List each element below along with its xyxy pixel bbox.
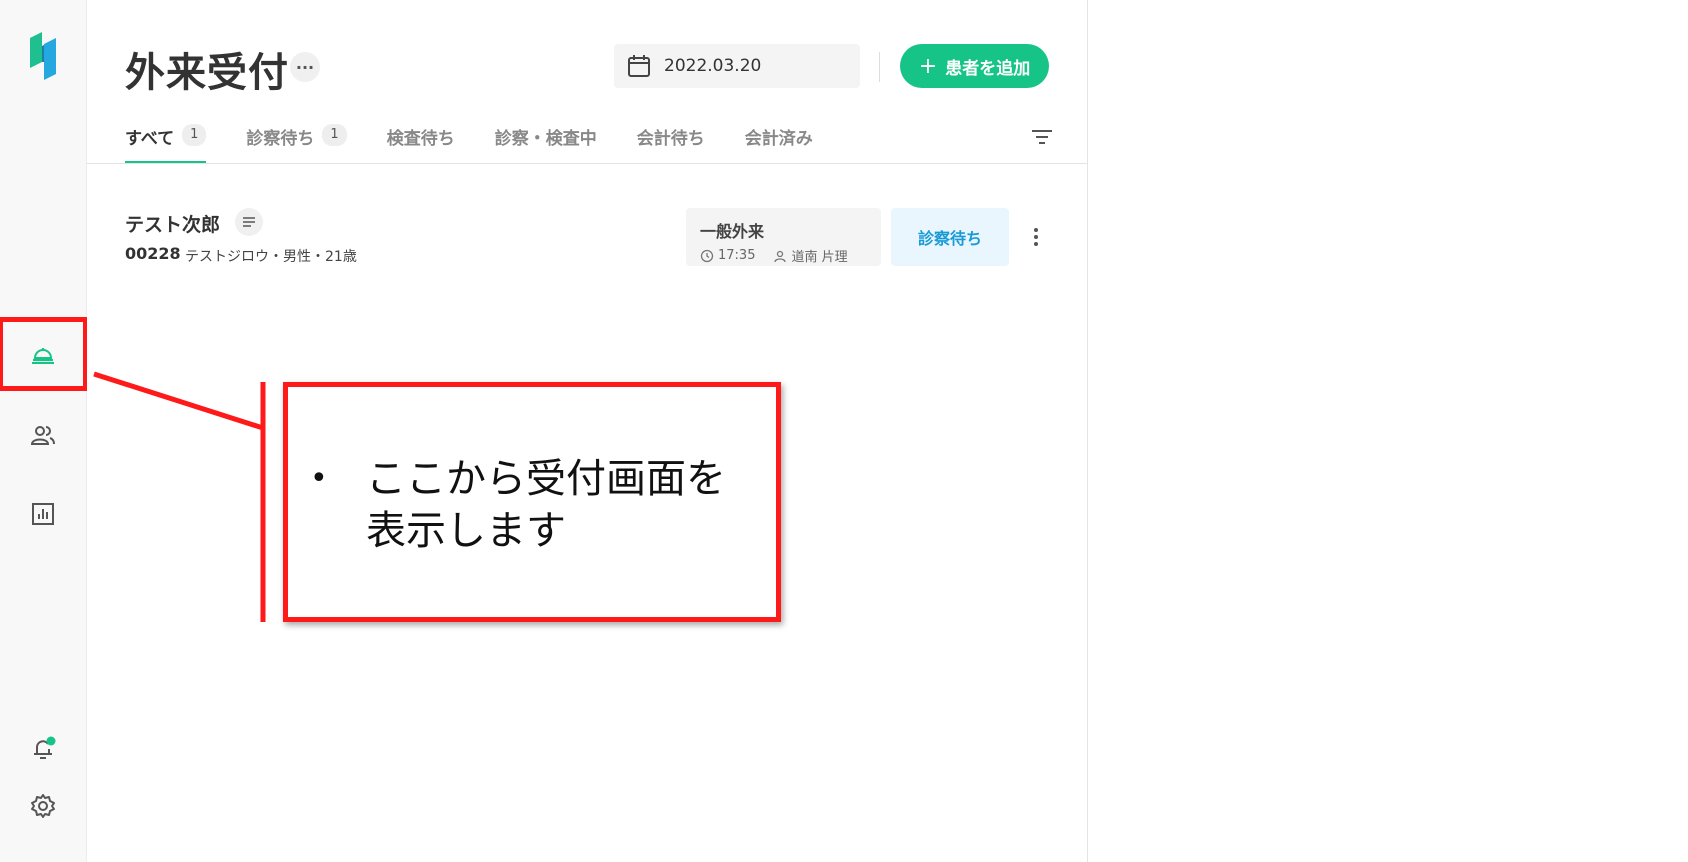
app-logo-icon: [30, 32, 56, 80]
visit-type: 一般外来: [700, 222, 765, 241]
patient-id: 00228: [125, 244, 181, 263]
tab-label: 診察・検査中: [494, 129, 597, 149]
callout-line-1: ここから受付画面を: [366, 456, 726, 502]
calendar-icon: [628, 55, 650, 77]
tab-label: 診察待ち: [246, 129, 315, 149]
person-icon: [774, 250, 787, 262]
date-picker[interactable]: 2022.03.20: [614, 44, 860, 88]
sidebar-item-patients[interactable]: [19, 412, 67, 460]
tab-label: すべて: [125, 129, 175, 149]
tab-count-badge: 1: [182, 124, 207, 146]
patient-name: テスト次郎: [125, 214, 221, 236]
bullet-dot: •: [310, 461, 328, 496]
tab-waiting-exam[interactable]: 診察待ち 1: [246, 118, 347, 164]
gear-icon: [31, 794, 55, 818]
clock-icon: [700, 249, 714, 262]
add-patient-label: 患者を追加: [945, 58, 1031, 79]
annotation-callout: • ここから受付画面を 表示します: [283, 382, 781, 622]
callout-text: • ここから受付画面を 表示します: [310, 453, 756, 557]
memo-button[interactable]: [235, 208, 263, 236]
tab-in-exam[interactable]: 診察・検査中: [495, 118, 597, 164]
status-button[interactable]: 診察待ち: [891, 208, 1009, 266]
sidebar-item-settings[interactable]: [19, 782, 67, 830]
filter-icon[interactable]: [1027, 122, 1057, 152]
tab-label: 検査待ち: [386, 129, 455, 149]
tab-waiting-test[interactable]: 検査待ち: [387, 118, 455, 164]
status-tabs: すべて 1 診察待ち 1 検査待ち 診察・検査中 会計待ち 会計済み: [125, 118, 853, 164]
sidebar-item-reports[interactable]: [19, 490, 67, 538]
plus-icon: +: [918, 53, 938, 79]
tab-paid[interactable]: 会計済み: [745, 118, 813, 164]
callout-message: ここから受付画面を 表示します: [366, 453, 726, 557]
title-more-button[interactable]: ···: [290, 52, 320, 82]
tab-count-badge: 1: [322, 124, 347, 146]
add-patient-button[interactable]: + 患者を追加: [900, 44, 1049, 88]
chart-icon: [32, 503, 54, 525]
patient-row[interactable]: テスト次郎 00228 テストジロウ・男性・21歳 一般外来 17:35 道南 …: [125, 206, 1055, 270]
tabs-divider: [87, 163, 1088, 164]
visit-time: 17:35: [718, 248, 756, 263]
visit-meta: 17:35 道南 片理: [700, 246, 867, 265]
tab-all[interactable]: すべて 1: [125, 118, 207, 164]
callout-line-2: 表示します: [366, 508, 566, 554]
tab-label: 会計待ち: [636, 129, 705, 149]
bell-icon: [34, 736, 56, 759]
page-title: 外来受付: [125, 50, 289, 96]
notification-badge: [46, 736, 56, 746]
sidebar: [0, 0, 88, 862]
date-value: 2022.03.20: [664, 56, 762, 76]
row-more-button[interactable]: [1021, 222, 1051, 252]
header-divider: [879, 52, 880, 82]
patients-icon: [30, 426, 55, 445]
memo-icon: [243, 217, 255, 227]
visit-card[interactable]: 一般外来 17:35 道南 片理: [686, 208, 881, 266]
doctor-name: 道南 片理: [791, 250, 848, 265]
patient-detail: テストジロウ・男性・21歳: [185, 249, 357, 265]
sidebar-item-reception[interactable]: [0, 317, 88, 391]
more-vertical-icon: [1034, 228, 1038, 246]
tab-label: 会計済み: [744, 129, 813, 149]
sidebar-item-notifications[interactable]: [19, 724, 67, 772]
tab-waiting-payment[interactable]: 会計待ち: [637, 118, 705, 164]
reception-bell-icon: [32, 348, 54, 364]
